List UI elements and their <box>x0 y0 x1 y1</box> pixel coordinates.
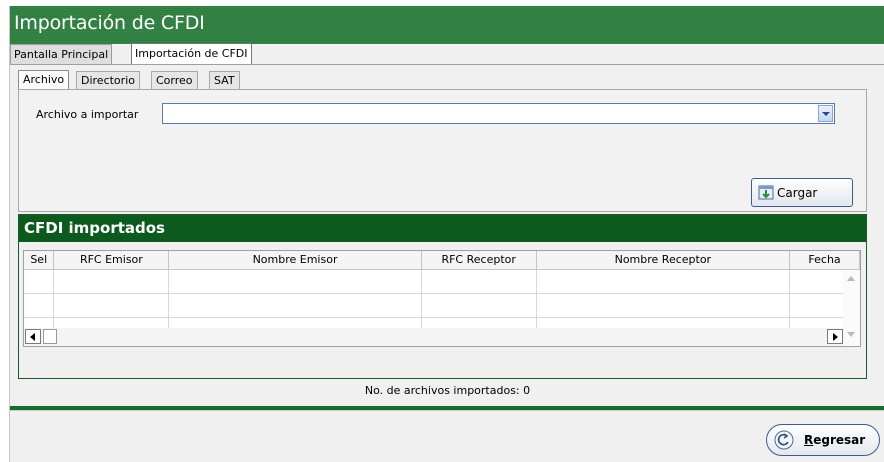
cfdi-importados-title: CFDI importados <box>24 219 165 237</box>
main-panel: Archivo Directorio Correo SAT Archivo a … <box>10 64 884 408</box>
scroll-thumb[interactable] <box>43 329 57 344</box>
scroll-left-icon[interactable] <box>25 329 41 344</box>
cfdi-importados-header: CFDI importados <box>19 215 866 242</box>
subtab-directorio[interactable]: Directorio <box>76 71 140 91</box>
column-header-nombre-receptor[interactable]: Nombre Receptor <box>536 251 791 270</box>
column-header-nombre-emisor[interactable]: Nombre Emisor <box>168 251 422 270</box>
archivo-panel: Archivo a importar Cargar <box>18 89 867 212</box>
table-row[interactable] <box>24 269 860 294</box>
horizontal-scrollbar[interactable] <box>24 328 844 346</box>
vertical-scrollbar[interactable] <box>843 270 860 346</box>
column-header-sel[interactable]: Sel <box>24 251 55 270</box>
main-tab-strip: Pantalla Principal Importación de CFDI <box>10 43 884 67</box>
window-title: Importación de CFDI <box>14 12 205 34</box>
scroll-down-icon[interactable] <box>847 332 855 337</box>
table-header-row: Sel RFC Emisor Nombre Emisor RFC Recepto… <box>24 251 860 270</box>
archivo-combo[interactable] <box>162 103 835 124</box>
chevron-down-icon[interactable] <box>818 105 833 122</box>
cargar-button-label: Cargar <box>777 186 818 200</box>
scroll-right-icon[interactable] <box>827 329 843 344</box>
column-header-rfc-receptor[interactable]: RFC Receptor <box>421 251 537 270</box>
table-row[interactable] <box>24 293 860 318</box>
regresar-button[interactable]: Regresar <box>766 424 880 456</box>
load-file-icon <box>758 185 774 200</box>
cfdi-importados-group: CFDI importados Sel RFC Emisor Nombre Em… <box>18 214 867 379</box>
cfdi-grid[interactable]: Sel RFC Emisor Nombre Emisor RFC Recepto… <box>23 250 861 347</box>
regresar-button-label: Regresar <box>804 433 866 447</box>
subtab-correo[interactable]: Correo <box>151 71 198 91</box>
app-window: Importación de CFDI Pantalla Principal I… <box>9 6 884 462</box>
column-header-fecha[interactable]: Fecha <box>789 251 860 270</box>
tab-pantalla-principal[interactable]: Pantalla Principal <box>10 44 113 66</box>
back-arrow-icon <box>774 430 794 450</box>
subtab-sat[interactable]: SAT <box>209 71 240 91</box>
column-header-rfc-emisor[interactable]: RFC Emisor <box>53 251 170 270</box>
archivo-label: Archivo a importar <box>36 108 139 121</box>
title-bar: Importación de CFDI <box>10 6 884 44</box>
scroll-up-icon[interactable] <box>847 276 855 281</box>
import-count-status: No. de archivos importados: 0 <box>364 384 531 397</box>
footer-divider <box>10 406 884 411</box>
cargar-button[interactable]: Cargar <box>751 178 853 207</box>
